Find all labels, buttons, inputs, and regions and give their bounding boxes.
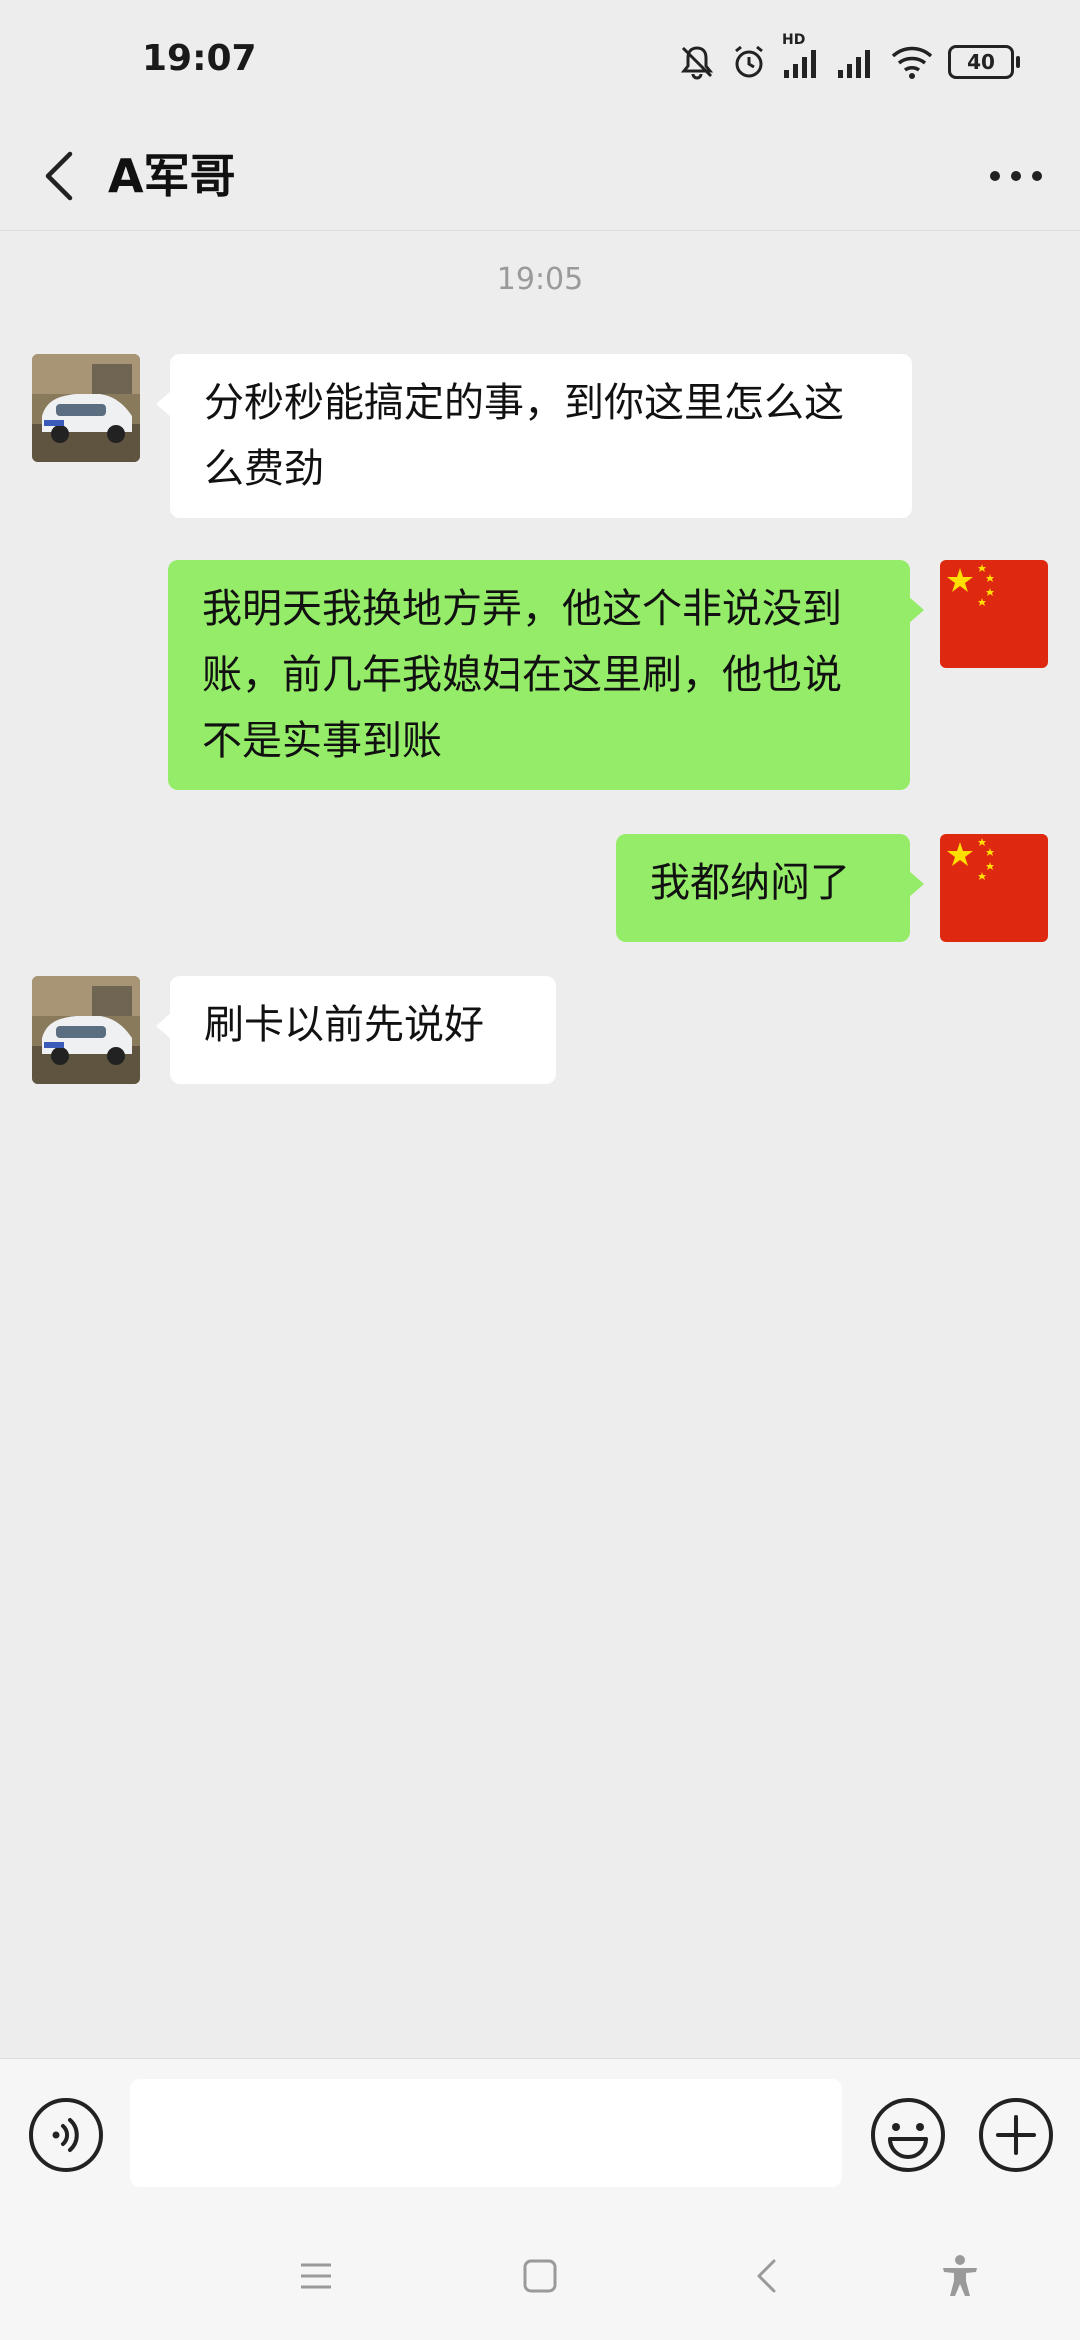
accessibility-button[interactable] <box>930 2246 990 2306</box>
flag-icon <box>940 834 1048 942</box>
battery-icon: 40 <box>948 45 1020 79</box>
input-bar <box>0 2058 1080 2211</box>
status-bar: 19:07 HD 40 <box>0 0 1080 122</box>
message-bubble-outgoing[interactable]: 我都纳闷了 <box>616 834 924 942</box>
plus-icon <box>979 2098 1053 2172</box>
more-button[interactable] <box>976 140 1056 212</box>
home-button[interactable] <box>510 2246 570 2306</box>
emoji-icon <box>871 2098 945 2172</box>
plus-button[interactable] <box>976 2095 1056 2175</box>
message-bubble-outgoing[interactable]: 我明天我换地方弄，他这个非说没到账，前几年我媳妇在这里刷，他也说不是实事到账 <box>168 560 924 790</box>
status-icons: HD 40 <box>678 32 1020 82</box>
back-icon <box>757 2259 776 2293</box>
signal-icon: HD <box>782 32 822 80</box>
network-label: HD <box>782 32 806 48</box>
wifi-icon <box>890 44 934 80</box>
message-timestamp: 19:05 <box>496 262 584 297</box>
message-bubble-incoming[interactable]: 分秒秒能搞定的事，到你这里怎么这么费劲 <box>156 354 912 518</box>
avatar[interactable] <box>940 834 1048 942</box>
accessibility-icon <box>943 2255 977 2296</box>
chat-title: A军哥 <box>108 149 236 203</box>
avatar[interactable] <box>32 354 140 462</box>
menu-button[interactable] <box>286 2246 346 2306</box>
avatar[interactable] <box>940 560 1048 668</box>
flag-icon <box>940 560 1048 668</box>
status-time: 19:07 <box>142 38 257 79</box>
mute-bell-icon <box>678 43 716 81</box>
back-nav-button[interactable] <box>736 2246 796 2306</box>
signal-icon <box>836 44 876 80</box>
title-bar: A军哥 <box>0 122 1080 231</box>
voice-button[interactable] <box>26 2095 106 2175</box>
avatar[interactable] <box>32 976 140 1084</box>
emoji-button[interactable] <box>868 2095 948 2175</box>
more-dots-icon <box>990 171 1042 181</box>
system-nav-bar <box>0 2210 1080 2340</box>
voice-icon <box>29 2098 103 2172</box>
back-button[interactable] <box>24 140 96 212</box>
message-input[interactable] <box>130 2079 842 2187</box>
message-bubble-incoming[interactable]: 刷卡以前先说好 <box>156 976 556 1084</box>
home-icon <box>523 2259 557 2293</box>
alarm-icon <box>730 43 768 81</box>
chevron-left-icon <box>45 151 73 201</box>
menu-icon <box>301 2263 331 2289</box>
